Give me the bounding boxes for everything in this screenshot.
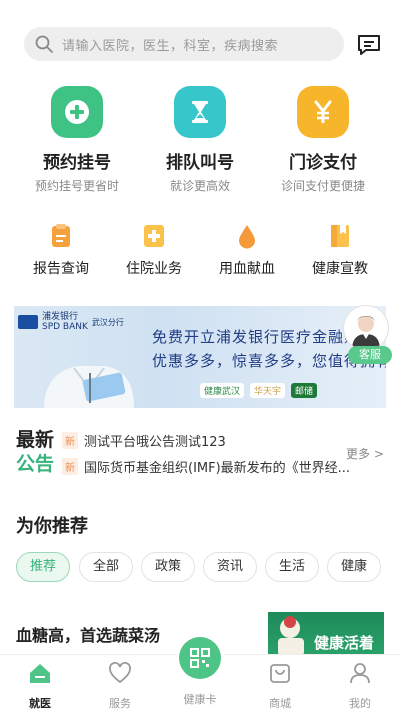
vegetable-illustration (278, 616, 304, 656)
chip-news[interactable]: 资讯 (203, 552, 257, 582)
recommend-title: 为你推荐 (16, 516, 88, 537)
chip-recommend[interactable]: 推荐 (16, 552, 70, 582)
news-heading-line1: 最新 (16, 429, 55, 451)
nav-label: 健康卡 (183, 693, 217, 706)
customer-service-label[interactable]: 客服 (348, 346, 392, 364)
search-icon (35, 35, 53, 53)
nav-item-mine[interactable]: 我的 (320, 661, 400, 710)
partner-logo: 邮储 (291, 383, 318, 398)
hourglass-icon (174, 86, 226, 138)
subfeature-label: 报告查询 (33, 261, 89, 277)
article-thumbnail[interactable]: 健康活着 (268, 612, 384, 656)
search-row: 请输入医院，医生，科室，疾病搜索 (0, 24, 400, 64)
bank-branch: 武汉分行 (91, 317, 124, 327)
search-input[interactable]: 请输入医院，医生，科室，疾病搜索 (24, 27, 344, 61)
yen-icon (297, 86, 349, 138)
hospital-icon (140, 222, 168, 250)
category-chips: 推荐 全部 政策 资讯 生活 健康 (16, 552, 400, 582)
user-icon (350, 663, 370, 684)
bank-logo-mark (18, 315, 38, 329)
feature-title: 门诊支付 (289, 153, 357, 173)
shop-bag-icon (270, 664, 290, 683)
nav-item-medical[interactable]: 就医 (0, 661, 80, 710)
message-icon[interactable] (356, 33, 382, 57)
subfeature-education[interactable]: 健康宣教 (290, 222, 390, 278)
chip-life[interactable]: 生活 (265, 552, 319, 582)
bank-name: 浦发银行 (42, 312, 79, 322)
subfeature-label: 住院业务 (126, 261, 182, 277)
feature-queue[interactable]: 排队叫号 就诊更高效 (135, 86, 265, 194)
home-icon (30, 664, 50, 683)
nav-label: 就医 (29, 697, 51, 710)
plus-icon (51, 86, 103, 138)
news-item[interactable]: 新 测试平台哦公告测试123 (62, 431, 352, 450)
qr-code-icon (190, 648, 210, 668)
nav-item-shop[interactable]: 商城 (240, 661, 320, 710)
new-badge: 新 (62, 458, 78, 475)
chip-health[interactable]: 健康 (327, 552, 381, 582)
feature-subtitle: 预约挂号更省时 (34, 179, 119, 193)
new-badge: 新 (62, 432, 78, 449)
subfeature-label: 健康宣教 (312, 261, 368, 277)
customer-service-avatar[interactable] (344, 306, 388, 350)
news-heading-line2: 公告 (16, 453, 55, 475)
heart-icon (109, 662, 131, 684)
subfeature-inpatient[interactable]: 住院业务 (104, 222, 204, 278)
news-text: 测试平台哦公告测试123 (84, 435, 226, 450)
chip-policy[interactable]: 政策 (141, 552, 195, 582)
blood-drop-icon (233, 222, 261, 250)
nav-label: 我的 (349, 697, 371, 710)
doctor-illustration (44, 366, 134, 408)
subfeature-label: 用血献血 (219, 261, 275, 277)
article-thumb-text: 健康活着 (314, 634, 375, 652)
feature-title: 排队叫号 (166, 153, 234, 173)
partner-logo: 健康武汉 (200, 383, 245, 398)
news-item[interactable]: 新 国际货币基金组织(IMF)最新发布的《世界经... (62, 457, 352, 476)
news-heading: 最新 公告 (16, 428, 54, 476)
feature-title: 预约挂号 (43, 153, 111, 173)
banner-line-1: 免费开立浦发银行医疗金融账 (152, 328, 361, 346)
health-card-qr-button[interactable] (179, 637, 221, 679)
news-text: 国际货币基金组织(IMF)最新发布的《世界经... (84, 461, 351, 476)
promo-banner[interactable]: 浦发银行 SPD BANK 武汉分行 免费开立浦发银行医疗金融账 优惠多多，惊喜… (14, 306, 386, 408)
nav-label: 商城 (269, 697, 291, 710)
nav-label: 服务 (109, 697, 131, 710)
news-section: 最新 公告 新 测试平台哦公告测试123 新 国际货币基金组织(IMF)最新发布… (0, 428, 400, 480)
feature-subtitle: 诊间支付更便捷 (280, 179, 365, 193)
banner-partners: 健康武汉 华天宇 邮储 (200, 383, 318, 398)
feature-payment[interactable]: 门诊支付 诊间支付更便捷 (258, 86, 388, 194)
article-title[interactable]: 血糖高，首选蔬菜汤 (16, 622, 160, 646)
sub-features: 报告查询 住院业务 用血献血 健康宣教 (0, 222, 400, 282)
main-features: 预约挂号 预约挂号更省时 排队叫号 就诊更高效 门诊支付 诊间支付更便捷 (0, 86, 400, 196)
feature-subtitle: 就诊更高效 (169, 179, 230, 193)
subfeature-report[interactable]: 报告查询 (11, 222, 111, 278)
search-placeholder: 请输入医院，医生，科室，疾病搜索 (62, 38, 279, 54)
subfeature-blood[interactable]: 用血献血 (197, 222, 297, 278)
feature-appointment[interactable]: 预约挂号 预约挂号更省时 (12, 86, 142, 194)
nav-item-service[interactable]: 服务 (80, 661, 160, 710)
partner-logo: 华天宇 (250, 383, 286, 398)
book-icon (326, 222, 354, 250)
chip-all[interactable]: 全部 (79, 552, 133, 582)
news-more-link[interactable]: 更多 > (346, 445, 384, 462)
report-icon (47, 222, 75, 250)
